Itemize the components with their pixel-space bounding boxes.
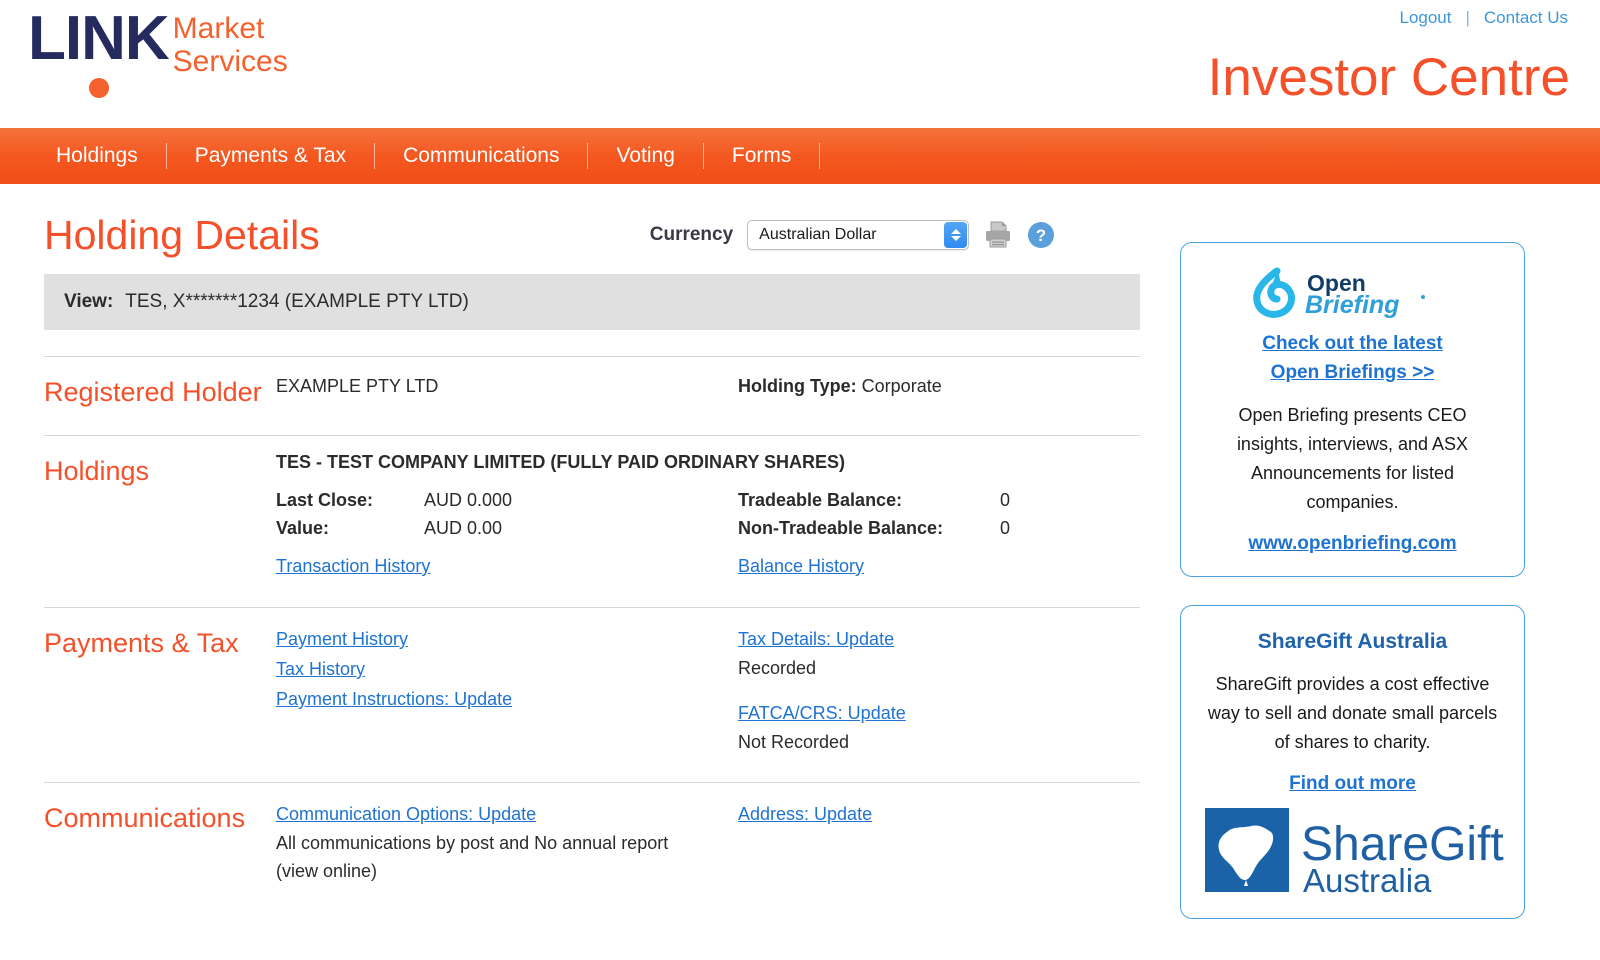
page-title: Holding Details <box>44 211 320 258</box>
print-button[interactable] <box>983 221 1013 249</box>
communication-options-link[interactable]: Communication Options: Update <box>276 799 536 829</box>
holding-type-label: Holding Type: <box>738 376 857 396</box>
help-button[interactable]: ? <box>1027 221 1055 249</box>
link-market-services-logo[interactable]: LINK Market Services <box>28 4 288 98</box>
view-bar: View: TES, X*******1234 (EXAMPLE PTY LTD… <box>44 274 1140 330</box>
page-body: Holding Details Currency Australian Doll… <box>0 184 1600 947</box>
section-registered-holder: Registered Holder EXAMPLE PTY LTD Holdin… <box>44 357 1140 409</box>
logo-line-services: Services <box>172 45 288 78</box>
main-navigation: Holdings Payments & Tax Communications V… <box>0 128 1600 184</box>
fatca-crs-status: Not Recorded <box>738 732 850 752</box>
currency-label: Currency <box>649 224 734 245</box>
view-value: TES, X*******1234 (EXAMPLE PTY LTD) <box>125 291 469 312</box>
nav-item-forms[interactable]: Forms <box>704 128 820 184</box>
registered-holder-name: EXAMPLE PTY LTD <box>276 376 439 396</box>
sharegift-find-out-more-link[interactable]: Find out more <box>1197 769 1508 798</box>
section-holdings: Holdings TES - TEST COMPANY LIMITED (FUL… <box>44 436 1140 581</box>
svg-text:?: ? <box>1036 226 1046 245</box>
sharegift-description: ShareGift provides a cost effective way … <box>1207 674 1498 752</box>
open-briefing-word-briefing: Briefing <box>1305 291 1399 319</box>
transaction-history-link[interactable]: Transaction History <box>276 551 430 581</box>
logo-wordmark-market-services: Market Services <box>173 12 288 78</box>
open-briefing-description: Open Briefing presents CEO insights, int… <box>1236 405 1469 512</box>
currency-select[interactable]: Australian Dollar <box>747 220 970 250</box>
section-label-holdings: Holdings <box>44 456 150 486</box>
balance-history-link[interactable]: Balance History <box>738 551 864 581</box>
payment-instructions-link[interactable]: Payment Instructions: Update <box>276 684 512 714</box>
fatca-crs-link[interactable]: FATCA/CRS: Update <box>738 698 906 728</box>
tradeable-balance-value: 0 <box>1000 490 1011 510</box>
tradeable-balance-label: Tradeable Balance: <box>738 490 903 510</box>
security-title: TES - TEST COMPANY LIMITED (FULLY PAID O… <box>276 452 846 472</box>
section-label-communications: Communications <box>44 803 246 833</box>
printer-icon <box>986 221 1011 248</box>
logo-orange-dot-icon <box>89 78 109 98</box>
address-update-link[interactable]: Address: Update <box>738 799 872 829</box>
currency-select-stepper-icon[interactable] <box>944 222 968 248</box>
last-close-label: Last Close: <box>276 490 374 510</box>
sharegift-heading: ShareGift Australia <box>1257 630 1448 653</box>
open-briefings-link-line-1[interactable]: Check out the latest <box>1197 329 1508 358</box>
main-content: Holding Details Currency Australian Doll… <box>0 184 1170 947</box>
page-title-row: Holding Details Currency Australian Doll… <box>44 200 1140 270</box>
nav-item-payments-tax[interactable]: Payments & Tax <box>167 128 374 184</box>
sharegift-logo-word-2: Australia <box>1303 862 1432 896</box>
nav-item-communications[interactable]: Communications <box>375 128 587 184</box>
section-label-registered-holder: Registered Holder <box>44 377 262 407</box>
contact-us-link[interactable]: Contact Us <box>1484 8 1568 28</box>
open-briefings-link-line-2[interactable]: Open Briefings >> <box>1197 358 1508 387</box>
tax-details-status: Recorded <box>738 658 817 678</box>
sharegift-panel: ShareGift Australia ShareGift provides a… <box>1180 605 1525 919</box>
currency-controls: Currency Australian Dollar ? <box>650 220 1055 250</box>
communication-status-line-1: All communications by post and No annual… <box>276 833 669 853</box>
sharegift-logo: ShareGift Australia <box>1201 804 1508 900</box>
tax-details-link[interactable]: Tax Details: Update <box>738 624 894 654</box>
tax-history-link[interactable]: Tax History <box>276 654 365 684</box>
holding-type-value: Corporate <box>861 376 942 396</box>
section-payments-tax: Payments & Tax Payment History Tax Histo… <box>44 608 1140 756</box>
section-label-payments-tax: Payments & Tax <box>44 628 239 658</box>
non-tradeable-balance-value: 0 <box>1000 518 1011 538</box>
logo-line-market: Market <box>172 12 265 45</box>
site-title: Investor Centre <box>1207 48 1570 107</box>
help-icon: ? <box>1028 222 1055 248</box>
non-tradeable-balance-label: Non-Tradeable Balance: <box>738 518 944 538</box>
nav-divider <box>819 143 821 169</box>
value-label: Value: <box>276 518 330 538</box>
currency-select-value: Australian Dollar <box>759 226 877 243</box>
payment-history-link[interactable]: Payment History <box>276 624 408 654</box>
utility-links: Logout | Contact Us <box>1399 8 1568 28</box>
sharegift-logo-icon: ShareGift Australia <box>1205 808 1504 896</box>
nav-item-holdings[interactable]: Holdings <box>28 128 166 184</box>
nav-item-voting[interactable]: Voting <box>588 128 702 184</box>
communication-status-line-2: (view online) <box>276 861 378 881</box>
section-communications: Communications Communication Options: Up… <box>44 783 1140 885</box>
logo-wordmark-link: LINK <box>28 4 170 73</box>
view-label: View: <box>64 291 114 312</box>
open-briefing-website-link[interactable]: www.openbriefing.com <box>1197 529 1508 558</box>
open-briefing-panel: Open Briefing Check out the latest Open … <box>1180 242 1525 577</box>
logout-link[interactable]: Logout <box>1399 8 1451 28</box>
open-briefing-logo-icon: Open Briefing <box>1252 267 1425 319</box>
utility-divider: | <box>1465 8 1470 27</box>
right-rail: Open Briefing Check out the latest Open … <box>1170 184 1600 947</box>
last-close-value: AUD 0.000 <box>424 490 513 510</box>
value-value: AUD 0.00 <box>424 518 503 538</box>
page-header: LINK Market Services Logout | Contact Us… <box>0 0 1600 128</box>
